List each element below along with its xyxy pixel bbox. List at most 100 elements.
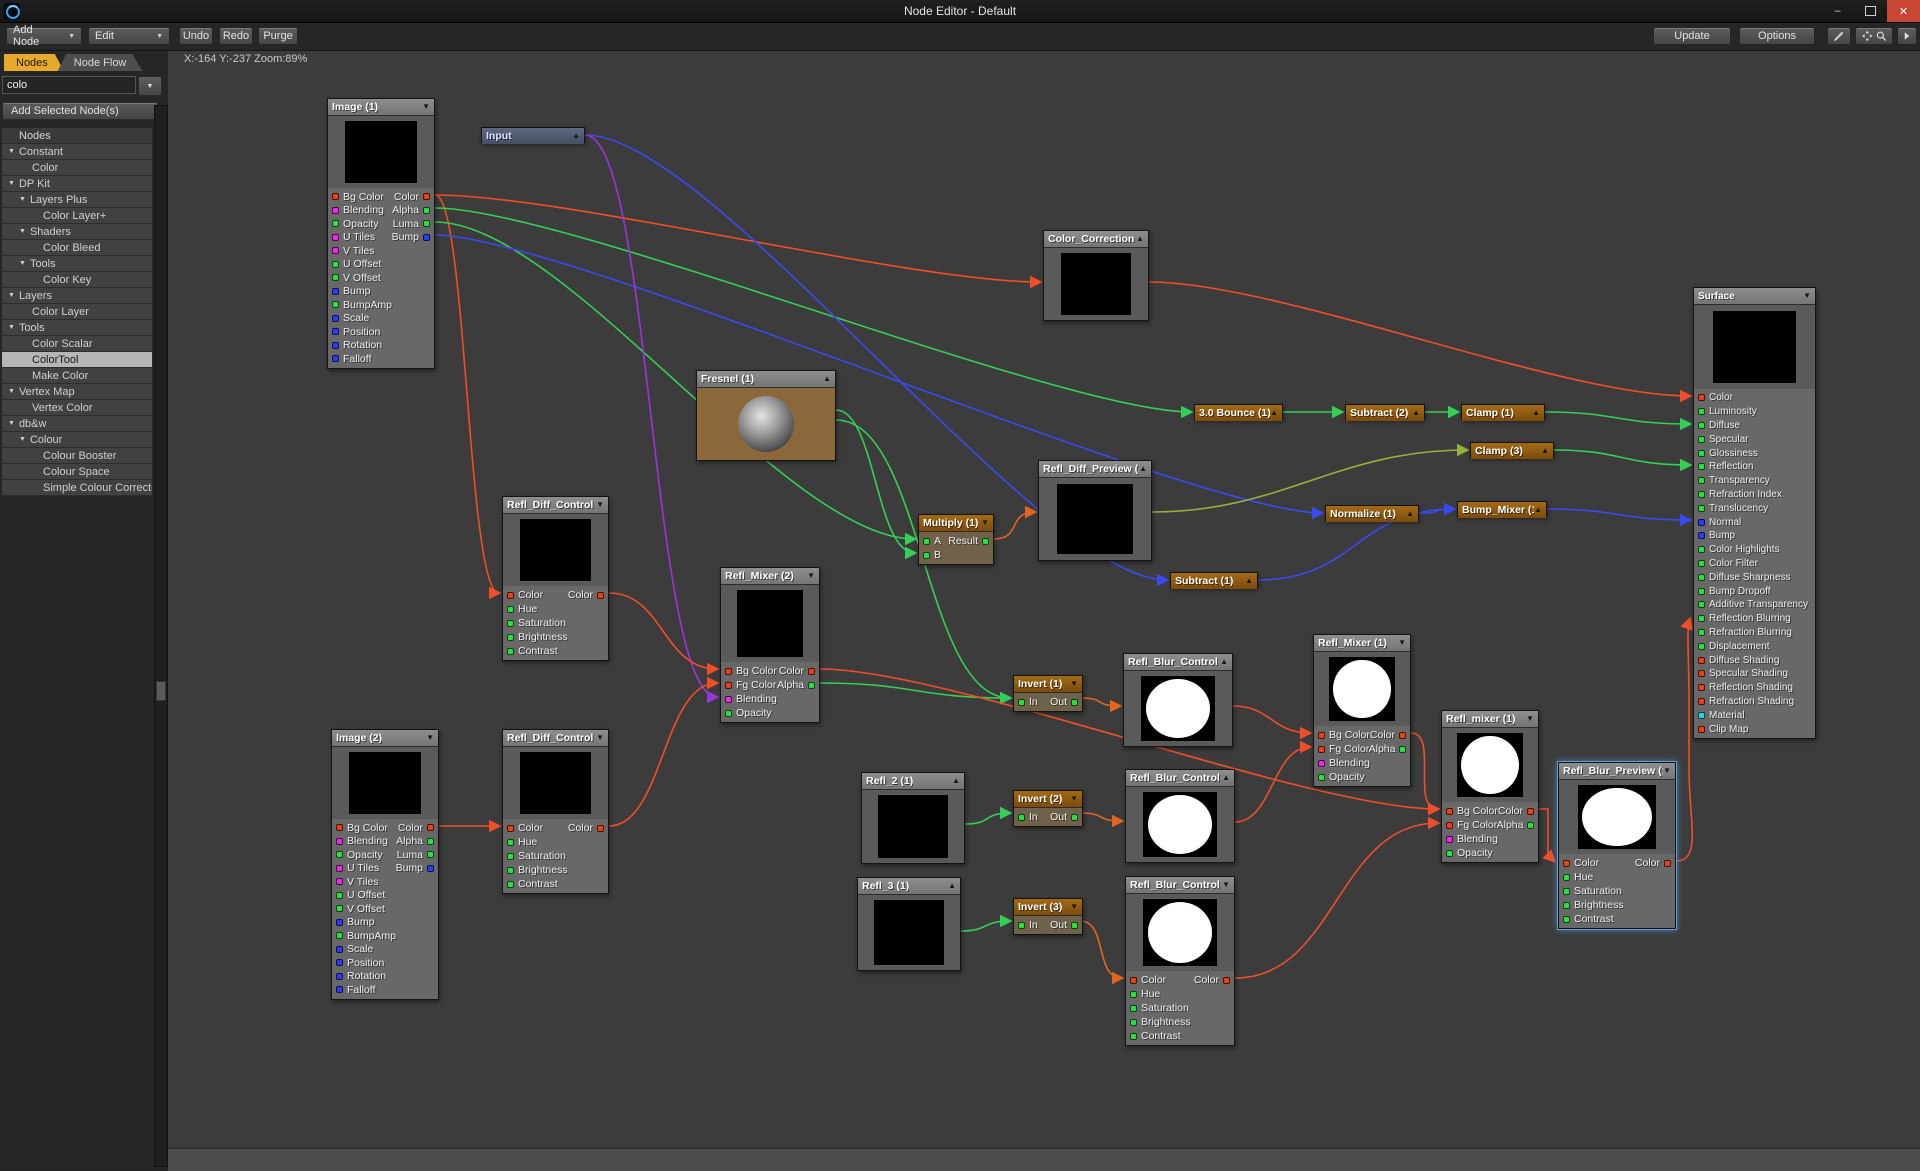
input-port[interactable]	[332, 315, 339, 322]
tree-item-layers-plus[interactable]: ▼Layers Plus	[2, 192, 152, 208]
input-port[interactable]	[332, 234, 339, 241]
output-port[interactable]	[597, 825, 604, 832]
node-header[interactable]: Refl_2 (1)▲	[862, 773, 964, 790]
node-refl-mixer-1[interactable]: Refl_mixer (1)▼Bg ColorColorFg ColorAlph…	[1441, 710, 1539, 863]
input-port[interactable]	[1563, 916, 1570, 923]
update-button[interactable]: Update	[1653, 27, 1731, 45]
tree-expand-icon[interactable]: ▼	[8, 292, 15, 299]
input-port[interactable]	[507, 825, 514, 832]
node-refl-3-1[interactable]: Refl_3 (1)▲	[857, 877, 961, 971]
input-port[interactable]	[1698, 657, 1705, 664]
tree-item-color-key[interactable]: Color Key	[2, 272, 152, 288]
input-port[interactable]	[1698, 670, 1705, 677]
input-port[interactable]	[725, 682, 732, 689]
tree-item-constant[interactable]: ▼Constant	[2, 144, 152, 160]
expand-node-icon[interactable]: ▲	[1541, 447, 1549, 455]
tab-nodes[interactable]: Nodes	[4, 54, 64, 71]
input-port[interactable]	[1698, 532, 1705, 539]
output-port[interactable]	[982, 538, 989, 545]
collapse-node-icon[interactable]: ▼	[807, 572, 815, 580]
input-port[interactable]	[1018, 814, 1025, 821]
node-header[interactable]: Multiply (1)▼	[919, 515, 993, 532]
search-dropdown-button[interactable]: ▼	[138, 76, 162, 96]
output-port[interactable]	[423, 220, 430, 227]
collapse-node-icon[interactable]: ▼	[596, 501, 604, 509]
output-port[interactable]	[597, 592, 604, 599]
node-surface[interactable]: Surface▼ColorLuminosityDiffuseSpecularGl…	[1693, 287, 1816, 739]
input-port[interactable]	[1446, 836, 1453, 843]
collapse-node-icon[interactable]: ▼	[1070, 903, 1078, 911]
horizontal-scrollbar[interactable]	[168, 1148, 1920, 1171]
tree-item-colortool[interactable]: ColorTool	[2, 352, 152, 368]
input-port[interactable]	[336, 973, 343, 980]
node-refl-blur-control-2[interactable]: Refl_Blur_Control (2)▲	[1125, 769, 1235, 863]
output-port[interactable]	[1071, 814, 1078, 821]
output-port[interactable]	[423, 234, 430, 241]
input-port[interactable]	[507, 648, 514, 655]
output-port[interactable]	[1399, 732, 1406, 739]
node-header[interactable]: Refl_Blur_Control (3)▼	[1126, 877, 1234, 894]
expand-node-icon[interactable]: ▲	[1534, 506, 1542, 514]
input-port[interactable]	[1698, 629, 1705, 636]
node-header[interactable]: Refl_Diff_Control (2)▼	[503, 730, 608, 747]
input-port[interactable]	[336, 851, 343, 858]
tree-item-tools[interactable]: ▼Tools	[2, 256, 152, 272]
expand-node-icon[interactable]: ▲	[823, 375, 831, 383]
input-port[interactable]	[1318, 760, 1325, 767]
node-invert-2[interactable]: Invert (2)▼InOut	[1013, 790, 1083, 827]
node-header[interactable]: 3.0 Bounce (1)▲	[1195, 405, 1282, 421]
output-port[interactable]	[1527, 822, 1534, 829]
input-port[interactable]	[725, 668, 732, 675]
input-port[interactable]	[332, 193, 339, 200]
tree-item-colour-booster[interactable]: Colour Booster	[2, 448, 152, 464]
node-header[interactable]: Refl_Diff_Control (1)▼	[503, 497, 608, 514]
collapse-node-icon[interactable]: ▼	[1803, 292, 1811, 300]
node-header[interactable]: Fresnel (1)▲	[697, 371, 835, 388]
node-refl-diff-preview-1[interactable]: Refl_Diff_Preview (1)▲	[1038, 460, 1152, 561]
expand-node-icon[interactable]: ▲	[1412, 409, 1420, 417]
input-port[interactable]	[923, 538, 930, 545]
tree-item-color-scalar[interactable]: Color Scalar	[2, 336, 152, 352]
input-port[interactable]	[1698, 560, 1705, 567]
input-port[interactable]	[1698, 505, 1705, 512]
expand-node-icon[interactable]: ▲	[1245, 577, 1253, 585]
input-port[interactable]	[1446, 822, 1453, 829]
node-header[interactable]: Refl_Mixer (2)▼	[721, 568, 819, 585]
input-port[interactable]	[923, 552, 930, 559]
collapse-node-icon[interactable]: ▼	[1398, 639, 1406, 647]
output-port[interactable]	[1664, 860, 1671, 867]
tree-item-colour-space[interactable]: Colour Space	[2, 464, 152, 480]
tree-expand-icon[interactable]: ▼	[8, 420, 15, 427]
node-invert-1[interactable]: Invert (1)▼InOut	[1013, 675, 1083, 712]
tree-expand-icon[interactable]: ▼	[19, 260, 26, 267]
input-port[interactable]	[332, 342, 339, 349]
input-port[interactable]	[507, 620, 514, 627]
node-header[interactable]: Image (2)▼	[332, 730, 438, 747]
input-port[interactable]	[1446, 850, 1453, 857]
tree-item-simple-colour-correcto[interactable]: Simple Colour Correcto	[2, 480, 152, 496]
output-port[interactable]	[423, 207, 430, 214]
tree-item-vertex-color[interactable]: Vertex Color	[2, 400, 152, 416]
tree-expand-icon[interactable]: ▼	[8, 180, 15, 187]
input-port[interactable]	[725, 710, 732, 717]
node-refl-blur-preview-1[interactable]: Refl_Blur_Preview (1)▼ColorColorHueSatur…	[1558, 762, 1676, 929]
output-port[interactable]	[427, 851, 434, 858]
node-header[interactable]: Color_Correction (1)▲	[1044, 231, 1148, 248]
node-fresnel-1[interactable]: Fresnel (1)▲	[696, 370, 836, 461]
node-header[interactable]: Invert (1)▼	[1014, 676, 1082, 693]
output-port[interactable]	[427, 824, 434, 831]
input-port[interactable]	[1698, 726, 1705, 733]
input-port[interactable]	[332, 261, 339, 268]
node-header[interactable]: Input▲	[482, 128, 584, 144]
input-port[interactable]	[1018, 699, 1025, 706]
node-image-2[interactable]: Image (2)▼Bg ColorColorBlendingAlphaOpac…	[331, 729, 439, 1000]
input-port[interactable]	[1698, 546, 1705, 553]
input-port[interactable]	[1698, 684, 1705, 691]
node-header[interactable]: Surface▼	[1694, 288, 1815, 305]
node-image-1[interactable]: Image (1)▼Bg ColorColorBlendingAlphaOpac…	[327, 98, 435, 369]
node-clamp-1[interactable]: Clamp (1)▲	[1461, 404, 1545, 420]
input-port[interactable]	[332, 301, 339, 308]
input-port[interactable]	[1698, 698, 1705, 705]
node-header[interactable]: Refl_3 (1)▲	[858, 878, 960, 895]
tree-item-make-color[interactable]: Make Color	[2, 368, 152, 384]
